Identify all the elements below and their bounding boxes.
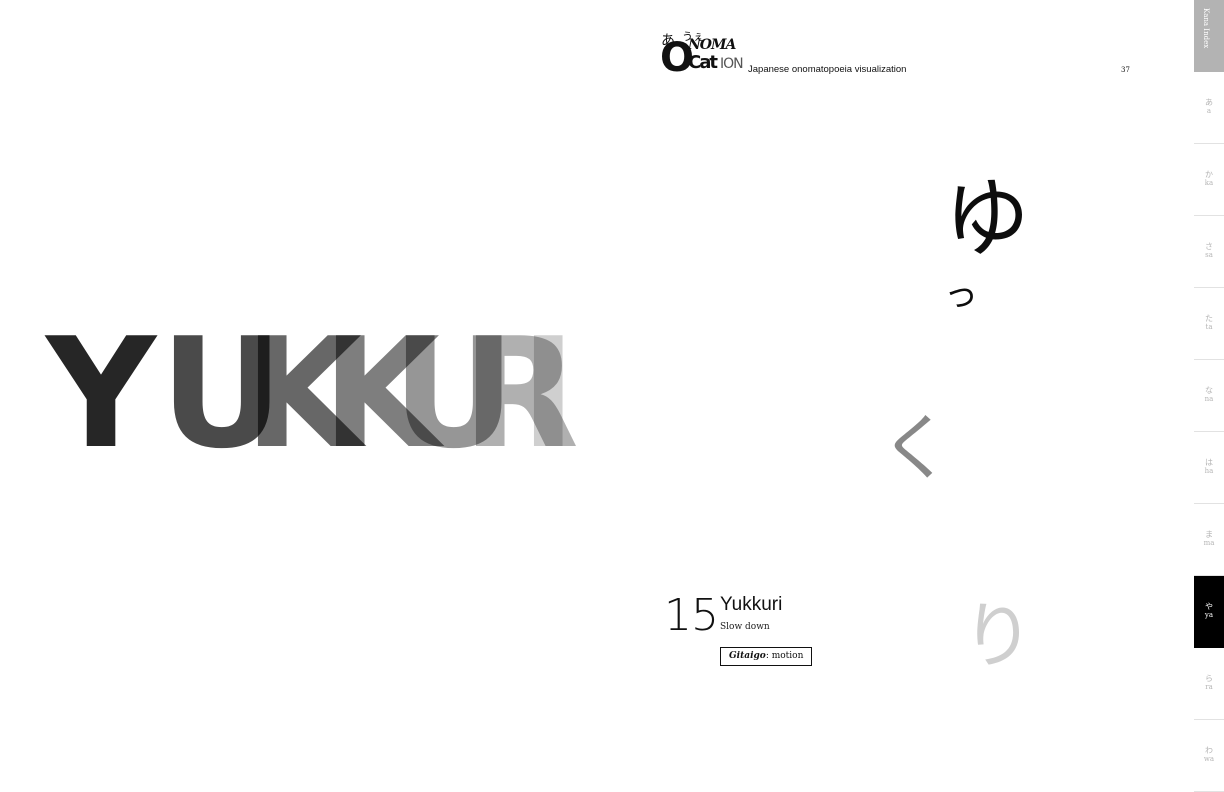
sidebar-item-kana: ら	[1205, 674, 1213, 683]
hero-word: Y U K K U R I	[0, 0, 600, 792]
sidebar-item-wa[interactable]: わ wa	[1194, 720, 1224, 792]
entry-title: Yukkuri	[720, 594, 783, 615]
sidebar-item-ra[interactable]: ら ra	[1194, 648, 1224, 720]
entry-number: 15	[664, 590, 719, 641]
kana-index-header[interactable]: Kana Index	[1194, 0, 1224, 72]
sidebar-item-ma[interactable]: ま ma	[1194, 504, 1224, 576]
sidebar-item-kana: や	[1205, 602, 1213, 611]
kana-tsu: っ	[944, 275, 978, 315]
tag-key: Gitaigo	[729, 651, 766, 661]
kana-yu: ゆ	[944, 169, 1030, 269]
logo-noma: NOMA	[688, 37, 736, 53]
sidebar-item-kana: さ	[1205, 242, 1213, 251]
sidebar-item-ya[interactable]: や ya	[1194, 576, 1224, 648]
logo-ion: ION	[720, 56, 744, 72]
sidebar-item-kana: た	[1205, 314, 1213, 323]
hero-letter-i: I	[520, 305, 577, 482]
sidebar-item-romaji: a	[1206, 107, 1212, 115]
kana-ku: く	[880, 406, 953, 490]
sidebar-item-romaji: ha	[1204, 467, 1214, 475]
sidebar-item-kana: あ	[1205, 98, 1213, 107]
kana-ri: り	[962, 594, 1035, 678]
sidebar-item-a[interactable]: あa	[1194, 72, 1224, 144]
page-number: 37	[1121, 66, 1130, 74]
sidebar-item-kana: か	[1205, 170, 1213, 179]
sidebar-item-ha[interactable]: は ha	[1194, 432, 1224, 504]
entry-subtitle: Slow down	[720, 622, 770, 632]
sidebar-item-kana: ま	[1205, 530, 1213, 539]
tagline: Japanese onomatopoeia visualization	[748, 64, 907, 75]
sidebar-item-ka[interactable]: か ka	[1194, 144, 1224, 216]
tag-value: motion	[771, 651, 804, 661]
logo-big-o: O	[660, 35, 694, 81]
category-tag: Gitaigo: motion	[720, 647, 813, 666]
sidebar-item-romaji: ya	[1204, 611, 1214, 619]
sidebar-item-sa[interactable]: さ sa	[1194, 216, 1224, 288]
sidebar-item-romaji: ma	[1203, 539, 1215, 547]
hero-letter-y: Y	[46, 305, 156, 482]
kana-index-header-label: Kana Index	[1202, 8, 1210, 49]
sidebar-item-romaji: na	[1204, 395, 1214, 403]
sidebar-item-romaji: sa	[1205, 251, 1213, 259]
onomacation-logo: あ うぇ O NOMA Cat ION	[660, 30, 744, 78]
sidebar-item-romaji: wa	[1203, 755, 1215, 763]
logo-cat: Cat	[688, 52, 718, 73]
kana-index-sidebar: Kana Index あa か ka さ sa た ta な na は ha ま ma やy…	[1194, 0, 1224, 792]
sidebar-item-na[interactable]: な na	[1194, 360, 1224, 432]
sidebar-item-ta[interactable]: た ta	[1194, 288, 1224, 360]
sidebar-item-kana: わ	[1205, 746, 1213, 755]
sidebar-item-romaji: ra	[1205, 683, 1213, 691]
sidebar-item-kana: な	[1205, 386, 1213, 395]
sidebar-item-kana: は	[1205, 458, 1213, 467]
sidebar-item-romaji: ka	[1204, 179, 1214, 187]
sidebar-item-romaji: ta	[1205, 323, 1213, 331]
